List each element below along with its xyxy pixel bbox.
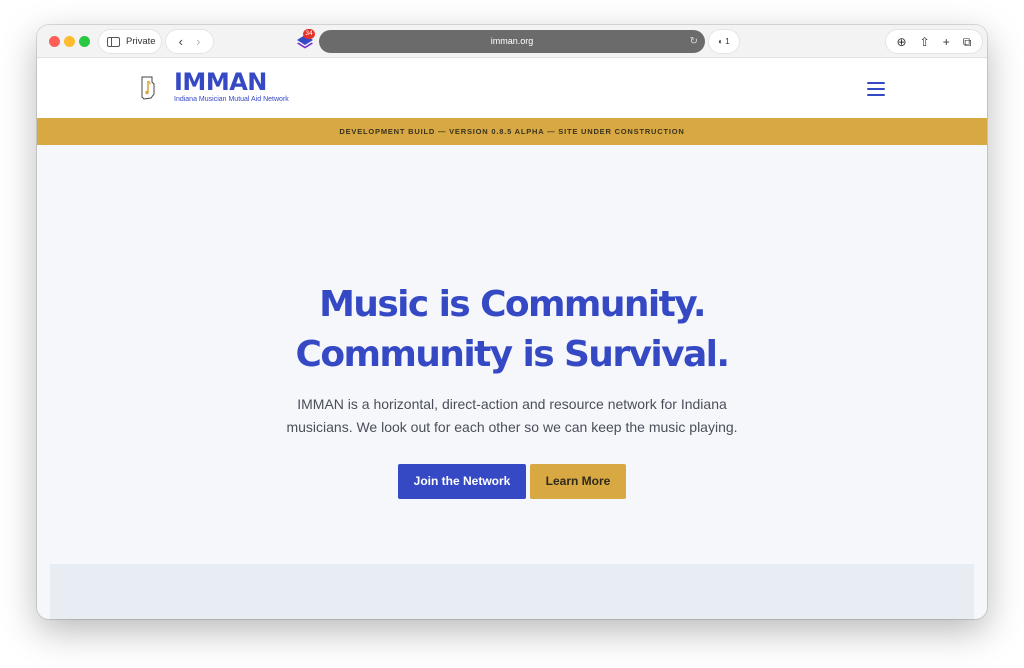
toolbar-actions: ⊕ ⇧ + ⧉ xyxy=(886,30,982,53)
back-icon[interactable]: ‹ xyxy=(179,35,183,48)
reload-icon[interactable]: ↻ xyxy=(690,30,698,53)
minimize-window-button[interactable] xyxy=(64,36,75,47)
hero-description-line1: IMMAN is a horizontal, direct-action and… xyxy=(297,396,727,412)
address-bar[interactable]: imman.org ↻ xyxy=(319,30,705,53)
browser-toolbar: Private ‹ › 34 imman.org ↻ ◐ 1 ⊕ ⇧ + ⧉ xyxy=(37,25,987,58)
hero-title-line2: Community is Survival. xyxy=(295,334,731,375)
shield-count: 1 xyxy=(725,37,730,46)
learn-more-button[interactable]: Learn More xyxy=(530,464,626,499)
share-icon[interactable]: ⇧ xyxy=(920,36,930,48)
url-text: imman.org xyxy=(490,36,534,46)
web-page: IMMAN Indiana Musician Mutual Aid Networ… xyxy=(37,58,987,619)
brand-name[interactable]: IMMAN xyxy=(174,68,267,96)
tab-overview-icon[interactable]: ⧉ xyxy=(963,36,972,48)
browser-window: Private ‹ › 34 imman.org ↻ ◐ 1 ⊕ ⇧ + ⧉ I… xyxy=(37,25,987,619)
sidebar-icon xyxy=(107,36,120,47)
forward-icon[interactable]: › xyxy=(196,35,200,48)
site-header: IMMAN Indiana Musician Mutual Aid Networ… xyxy=(37,58,987,118)
private-label: Private xyxy=(126,36,156,47)
private-sidebar-button[interactable]: Private xyxy=(99,30,161,53)
zoom-window-button[interactable] xyxy=(79,36,90,47)
new-tab-icon[interactable]: + xyxy=(943,36,950,48)
indiana-logo-icon[interactable] xyxy=(140,76,156,100)
extension-badge: 34 xyxy=(303,29,315,39)
privacy-shield-button[interactable]: ◐ 1 xyxy=(709,30,739,53)
menu-icon[interactable] xyxy=(867,82,885,96)
brand-tagline: Indiana Musician Mutual Aid Network xyxy=(174,96,289,103)
download-icon[interactable]: ⊕ xyxy=(897,36,907,48)
join-network-button[interactable]: Join the Network xyxy=(398,464,526,499)
navigation-buttons: ‹ › xyxy=(166,30,213,53)
next-section xyxy=(50,564,974,619)
hero-description-line2: musicians. We look out for each other so… xyxy=(286,419,738,435)
shield-icon: ◐ xyxy=(718,37,726,46)
close-window-button[interactable] xyxy=(49,36,60,47)
development-banner: DEVELOPMENT BUILD — VERSION 0.8.5 ALPHA … xyxy=(37,118,987,145)
hero-title-line1: Music is Community. xyxy=(319,284,706,325)
